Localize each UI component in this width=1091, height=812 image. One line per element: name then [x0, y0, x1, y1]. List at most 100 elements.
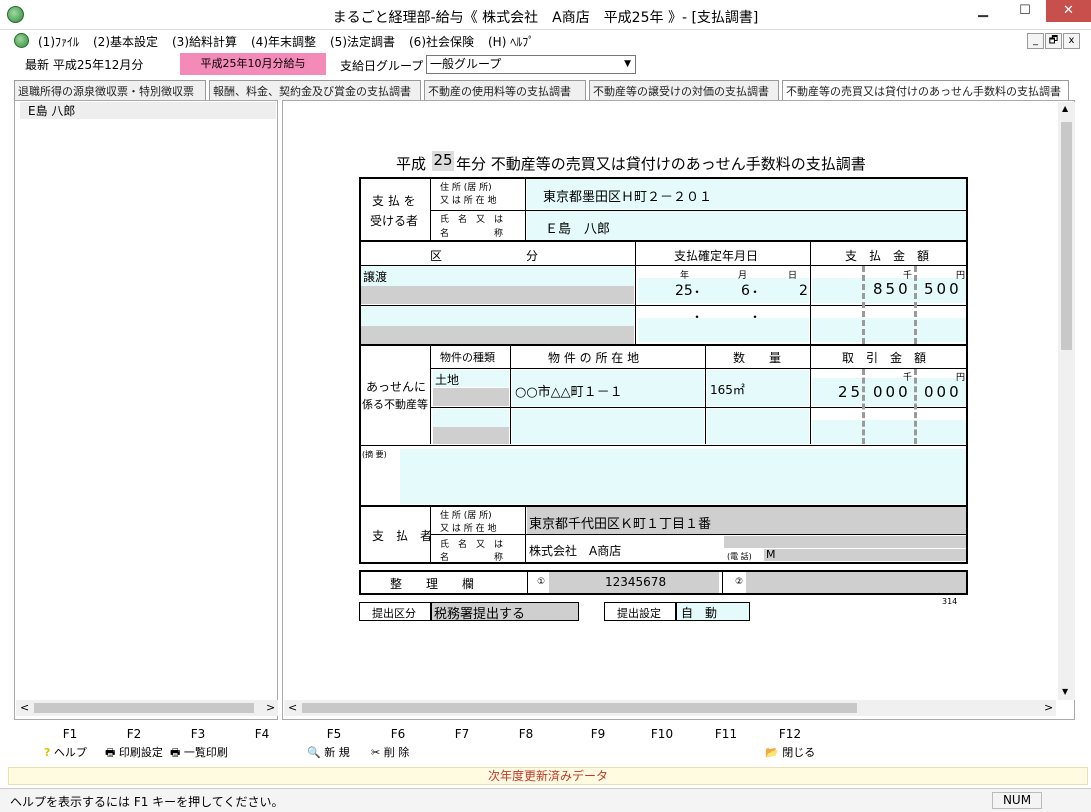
- delete-button[interactable]: ✂ 削 除: [371, 744, 409, 760]
- property-quantity-field-2[interactable]: [707, 409, 809, 444]
- close-form-button[interactable]: 📂 閉じる: [765, 744, 815, 760]
- f6-key[interactable]: F6: [378, 727, 418, 741]
- f2-key[interactable]: F2: [114, 727, 154, 741]
- scroll-thumb[interactable]: [302, 703, 857, 713]
- scroll-right-icon[interactable]: >: [266, 701, 275, 714]
- scroll-up-icon[interactable]: ▲: [1062, 104, 1068, 113]
- phone-field[interactable]: [764, 549, 966, 561]
- f1-key[interactable]: F1: [50, 727, 90, 741]
- list-print-label: 一覧印刷: [183, 746, 228, 759]
- menu-basic-settings[interactable]: (2)基本設定: [93, 33, 158, 50]
- printer-icon: 🖶: [170, 746, 181, 759]
- menu-year-end[interactable]: (4)年末調整: [251, 33, 316, 50]
- remarks-field[interactable]: [400, 449, 966, 504]
- payee-address-value: 東京都墨田区Ｈ町２－２０１: [543, 190, 713, 205]
- submit-kubun-select[interactable]: 税務署提出する: [431, 602, 579, 622]
- date-separator: ・: [749, 310, 762, 324]
- grid-line: [361, 305, 966, 306]
- maximize-button[interactable]: ☐: [1005, 0, 1045, 22]
- payment-amount-field-2[interactable]: [812, 318, 966, 342]
- scroll-left-icon[interactable]: <: [20, 701, 29, 714]
- kubun-subfield-2[interactable]: [361, 326, 634, 344]
- confirm-date-field[interactable]: [638, 278, 809, 303]
- scroll-thumb[interactable]: [1061, 122, 1072, 350]
- kubun-input-2[interactable]: [361, 306, 634, 326]
- grid-line: [361, 505, 966, 507]
- submit-setting-label: 提出設定: [604, 602, 676, 621]
- scroll-thumb[interactable]: [34, 703, 254, 713]
- left-horizontal-scrollbar[interactable]: < >: [16, 700, 278, 716]
- new-button[interactable]: 🔍 新 規: [307, 744, 350, 760]
- close-label: 閉じる: [782, 746, 816, 759]
- form-horizontal-scrollbar[interactable]: < >: [284, 700, 1056, 716]
- scroll-left-icon[interactable]: <: [288, 701, 297, 714]
- property-type-input-2[interactable]: [433, 409, 509, 427]
- f4-key[interactable]: F4: [242, 727, 282, 741]
- f3-key[interactable]: F3: [178, 727, 218, 741]
- f5-key[interactable]: F5: [314, 727, 354, 741]
- submit-setting-value[interactable]: 自 動: [676, 602, 750, 621]
- data-status-notice: 次年度更新済みデータ: [8, 767, 1088, 785]
- mdi-minimize-button[interactable]: _: [1027, 33, 1044, 49]
- mdi-restore-button[interactable]: 🗗: [1045, 33, 1062, 49]
- payee-section-label: 受ける者: [370, 214, 419, 228]
- f9-key[interactable]: F9: [578, 727, 618, 741]
- kubun-subfield[interactable]: [361, 286, 634, 304]
- trade-million-value: 25: [838, 383, 864, 401]
- property-quantity-value: 165㎡: [710, 383, 745, 397]
- list-print-button[interactable]: 🖶 一覧印刷: [170, 744, 228, 763]
- f12-key[interactable]: F12: [770, 727, 810, 741]
- property-type-value: 土地: [435, 373, 460, 387]
- scissors-icon: ✂: [371, 746, 381, 759]
- help-button[interactable]: ? ヘルプ: [44, 744, 87, 760]
- f7-key[interactable]: F7: [442, 727, 482, 741]
- property-type-subfield-2[interactable]: [433, 427, 509, 444]
- f11-key[interactable]: F11: [706, 727, 746, 741]
- menu-legal-reports[interactable]: (5)法定調書: [330, 33, 395, 50]
- grid-line: [430, 407, 966, 408]
- menu-file[interactable]: (1)ﾌｧｲﾙ: [38, 33, 79, 50]
- f10-key[interactable]: F10: [642, 727, 682, 741]
- tab-real-estate-brokerage[interactable]: 不動産等の売買又は貸付けのあっせん手数料の支払調書: [782, 80, 1069, 101]
- property-location-field-2[interactable]: [512, 409, 704, 444]
- menu-social-insurance[interactable]: (6)社会保険: [409, 33, 474, 50]
- yen-label: 円: [956, 373, 966, 383]
- address-label: 住 所 (居 所): [440, 511, 492, 521]
- minimize-button[interactable]: ▁: [963, 0, 1003, 22]
- trade-unit-value: 000: [924, 383, 962, 401]
- tab-retirement-withholding[interactable]: 退職所得の源泉徴収票・特別徴収票: [14, 80, 206, 100]
- form-year-input[interactable]: 25: [432, 151, 454, 171]
- seiri-field-2[interactable]: [746, 572, 966, 593]
- scroll-right-icon[interactable]: >: [1044, 701, 1053, 714]
- pay-group-select[interactable]: 一般グループ ▼: [426, 55, 636, 74]
- menu-bar: (1)ﾌｧｲﾙ (2)基本設定 (3)給料計算 (4)年末調整 (5)法定調書 …: [0, 30, 1091, 52]
- mdi-close-button[interactable]: x: [1063, 33, 1080, 49]
- digit-separator: [862, 369, 865, 444]
- menu-help[interactable]: (H) ﾍﾙﾌﾟ: [488, 33, 534, 50]
- close-button[interactable]: ✕: [1046, 0, 1091, 22]
- payer-name-subfield[interactable]: [724, 536, 966, 548]
- grid-line: [810, 346, 811, 444]
- form-vertical-scrollbar[interactable]: ▲ ▼: [1058, 102, 1075, 700]
- scroll-down-icon[interactable]: ▼: [1062, 687, 1068, 696]
- trade-amount-field-2[interactable]: [812, 420, 966, 444]
- print-settings-button[interactable]: 🖶 印刷設定: [105, 744, 163, 763]
- grid-line: [361, 265, 966, 266]
- thousand-label: 千: [903, 373, 913, 383]
- tab-real-estate-rent[interactable]: 不動産の使用料等の支払調書: [424, 80, 586, 100]
- payer-name-value[interactable]: 株式会社 A商店: [529, 542, 621, 559]
- digit-separator: [914, 369, 917, 444]
- property-section-label: 係る不動産等: [362, 398, 428, 411]
- address-label: 又 は 所 在 地: [440, 524, 497, 534]
- payee-list-item[interactable]: E島 八郎: [20, 102, 276, 119]
- f8-key[interactable]: F8: [506, 727, 546, 741]
- menu-payroll[interactable]: (3)給料計算: [172, 33, 237, 50]
- folder-open-icon: 📂: [765, 746, 779, 759]
- confirm-date-field-2[interactable]: [638, 318, 809, 342]
- tab-real-estate-transfer[interactable]: 不動産等の譲受けの対価の支払調書: [589, 80, 779, 100]
- form-title-prefix: 平成: [396, 155, 427, 173]
- kubun-input[interactable]: [361, 266, 634, 286]
- tab-remuneration[interactable]: 報酬、料金、契約金及び賞金の支払調書: [209, 80, 421, 100]
- property-type-subfield[interactable]: [433, 388, 509, 406]
- document-icon[interactable]: [14, 33, 29, 48]
